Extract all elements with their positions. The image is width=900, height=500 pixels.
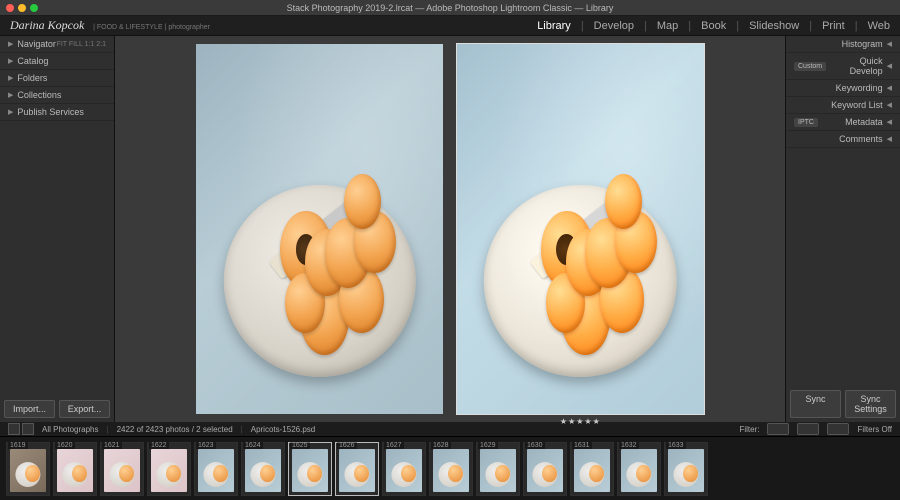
photo-count: 2422 of 2423 photos / 2 selected bbox=[117, 425, 233, 434]
thumbnail-number: 1620 bbox=[55, 442, 75, 449]
thumbnail[interactable]: 1623 bbox=[194, 442, 238, 496]
thumbnail-number: 1621 bbox=[102, 442, 122, 449]
thumbnail[interactable]: 1627 bbox=[382, 442, 426, 496]
disclosure-triangle-icon: ◀ bbox=[887, 101, 892, 109]
panel-metadata[interactable]: IPTCMetadata◀ bbox=[786, 114, 900, 131]
disclosure-triangle-icon: ▶ bbox=[8, 40, 13, 48]
thumbnail-number: 1633 bbox=[666, 442, 686, 449]
thumbnail[interactable]: 1620 bbox=[53, 442, 97, 496]
thumbnail-number: 1622 bbox=[149, 442, 169, 449]
disclosure-triangle-icon: ◀ bbox=[887, 62, 892, 70]
thumbnail[interactable]: 1632 bbox=[617, 442, 661, 496]
thumbnail-number: 1626 bbox=[337, 442, 357, 449]
disclosure-triangle-icon: ▶ bbox=[8, 57, 13, 65]
module-print[interactable]: Print bbox=[822, 20, 845, 32]
module-web[interactable]: Web bbox=[868, 20, 890, 32]
export-button[interactable]: Export... bbox=[59, 400, 110, 418]
window-titlebar: Stack Photography 2019-2.lrcat — Adobe P… bbox=[0, 0, 900, 16]
brand-tagline: | FOOD & LIFESTYLE | photographer bbox=[93, 24, 210, 31]
window-title: Stack Photography 2019-2.lrcat — Adobe P… bbox=[287, 3, 614, 13]
thumbnail-number: 1628 bbox=[431, 442, 451, 449]
thumbnail-number: 1631 bbox=[572, 442, 592, 449]
thumbnail-number: 1627 bbox=[384, 442, 404, 449]
module-library[interactable]: Library bbox=[537, 20, 571, 32]
thumbnail[interactable]: 1619 bbox=[6, 442, 50, 496]
module-map[interactable]: Map bbox=[657, 20, 678, 32]
secondary-display-icon[interactable] bbox=[8, 423, 34, 435]
rating-stars[interactable]: ★★★★★ bbox=[560, 417, 601, 426]
thumbnail[interactable]: 1626 bbox=[335, 442, 379, 496]
sync-settings-button[interactable]: Sync Settings bbox=[845, 390, 896, 418]
thumbnail[interactable]: 1630 bbox=[523, 442, 567, 496]
disclosure-triangle-icon: ◀ bbox=[887, 118, 892, 126]
filter-label: Filter: bbox=[739, 425, 759, 434]
source-label[interactable]: All Photographs bbox=[42, 425, 98, 434]
left-panel: ▶NavigatorFIT FILL 1:1 2:1▶Catalog▶Folde… bbox=[0, 36, 115, 422]
compare-right-photo[interactable]: ★★★★★ bbox=[457, 44, 704, 414]
panel-keyword-list[interactable]: Keyword List◀ bbox=[786, 97, 900, 114]
thumbnail-number: 1619 bbox=[8, 442, 28, 449]
panel-folders[interactable]: ▶Folders bbox=[0, 70, 114, 87]
identity-plate: Darina Kopcok | FOOD & LIFESTYLE | photo… bbox=[10, 18, 210, 33]
traffic-lights bbox=[6, 4, 38, 12]
disclosure-triangle-icon: ▶ bbox=[8, 108, 13, 116]
thumbnail-number: 1629 bbox=[478, 442, 498, 449]
import-button[interactable]: Import... bbox=[4, 400, 55, 418]
compare-left-photo[interactable] bbox=[196, 44, 443, 414]
thumbnail[interactable]: 1621 bbox=[100, 442, 144, 496]
filter-rating-toggle[interactable] bbox=[797, 423, 819, 435]
filter-flag-toggle[interactable] bbox=[767, 423, 789, 435]
module-develop[interactable]: Develop bbox=[594, 20, 634, 32]
module-slideshow[interactable]: Slideshow bbox=[749, 20, 799, 32]
thumbnail[interactable]: 1633 bbox=[664, 442, 708, 496]
panel-navigator[interactable]: ▶NavigatorFIT FILL 1:1 2:1 bbox=[0, 36, 114, 53]
thumbnail-number: 1625 bbox=[290, 442, 310, 449]
right-panel: Histogram◀CustomQuick Develop◀Keywording… bbox=[785, 36, 900, 422]
thumbnail[interactable]: 1624 bbox=[241, 442, 285, 496]
panel-keywording[interactable]: Keywording◀ bbox=[786, 80, 900, 97]
close-icon[interactable] bbox=[6, 4, 14, 12]
disclosure-triangle-icon: ◀ bbox=[887, 40, 892, 48]
filmstrip-status-bar: All Photographs | 2422 of 2423 photos / … bbox=[0, 422, 900, 436]
thumbnail-number: 1630 bbox=[525, 442, 545, 449]
current-filename: Apricots-1526.psd bbox=[251, 425, 315, 434]
disclosure-triangle-icon: ◀ bbox=[887, 84, 892, 92]
sync-button[interactable]: Sync bbox=[790, 390, 841, 418]
panel-comments[interactable]: Comments◀ bbox=[786, 131, 900, 148]
thumbnail[interactable]: 1631 bbox=[570, 442, 614, 496]
disclosure-triangle-icon: ▶ bbox=[8, 91, 13, 99]
brand-name: Darina Kopcok bbox=[10, 18, 84, 32]
panel-collections[interactable]: ▶Collections bbox=[0, 87, 114, 104]
thumbnail[interactable]: 1629 bbox=[476, 442, 520, 496]
panel-catalog[interactable]: ▶Catalog bbox=[0, 53, 114, 70]
minimize-icon[interactable] bbox=[18, 4, 26, 12]
panel-histogram[interactable]: Histogram◀ bbox=[786, 36, 900, 53]
panel-publish-services[interactable]: ▶Publish Services bbox=[0, 104, 114, 121]
module-book[interactable]: Book bbox=[701, 20, 726, 32]
thumbnail-number: 1623 bbox=[196, 442, 216, 449]
zoom-icon[interactable] bbox=[30, 4, 38, 12]
filters-off-label[interactable]: Filters Off bbox=[857, 425, 892, 434]
disclosure-triangle-icon: ◀ bbox=[887, 135, 892, 143]
thumbnail-number: 1632 bbox=[619, 442, 639, 449]
module-picker: Library|Develop|Map|Book|Slideshow|Print… bbox=[537, 20, 890, 32]
thumbnail[interactable]: 1628 bbox=[429, 442, 473, 496]
disclosure-triangle-icon: ▶ bbox=[8, 74, 13, 82]
thumbnail[interactable]: 1622 bbox=[147, 442, 191, 496]
panel-quick-develop[interactable]: CustomQuick Develop◀ bbox=[786, 53, 900, 80]
filter-color-toggle[interactable] bbox=[827, 423, 849, 435]
thumbnail[interactable]: 1625 bbox=[288, 442, 332, 496]
filmstrip[interactable]: 1619 1620 1621 1622 1623 1624 1625 1626 1627 1628… bbox=[0, 436, 900, 500]
compare-view: ★★★★★ bbox=[115, 36, 785, 422]
identity-plate-bar: Darina Kopcok | FOOD & LIFESTYLE | photo… bbox=[0, 16, 900, 36]
thumbnail-number: 1624 bbox=[243, 442, 263, 449]
